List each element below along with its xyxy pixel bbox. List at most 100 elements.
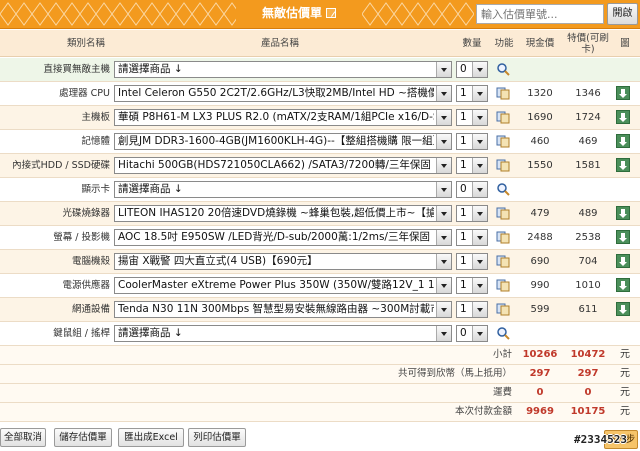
product-select-value: Hitachi 500GB(HDS721050CLA662) /SATA3/72… — [118, 159, 434, 171]
chevron-down-icon[interactable] — [436, 302, 451, 317]
totals-label: 運費 — [492, 387, 512, 398]
quantity-select-value: 0 — [460, 63, 467, 75]
chevron-down-icon[interactable] — [472, 86, 487, 101]
download-icon[interactable] — [616, 302, 630, 316]
quote-number-input[interactable] — [476, 4, 604, 24]
product-select[interactable]: AOC 18.5吋 E950SW /LED背光/D-sub/2000萬:1/2m… — [114, 229, 452, 246]
chevron-down-icon[interactable] — [472, 302, 487, 317]
quantity-select[interactable]: 1 — [456, 133, 488, 150]
quantity-select[interactable]: 1 — [456, 85, 488, 102]
card-price: 704 — [578, 256, 598, 267]
chevron-down-icon[interactable] — [436, 182, 451, 197]
download-icon[interactable] — [616, 278, 630, 292]
product-select[interactable]: 請選擇商品 ↓ — [114, 61, 452, 78]
product-select[interactable]: 請選擇商品 ↓ — [114, 181, 452, 198]
compare-icon[interactable] — [496, 302, 510, 316]
quantity-select[interactable]: 0 — [456, 325, 488, 342]
quantity-select[interactable]: 1 — [456, 109, 488, 126]
print-quote-button[interactable]: 列印估價單 — [188, 428, 246, 447]
compare-icon[interactable] — [496, 134, 510, 148]
save-quote-button[interactable]: 儲存估價單 — [54, 428, 112, 447]
clear-all-button[interactable]: 全部取消 — [0, 428, 46, 447]
open-button[interactable]: 開啟 — [607, 3, 638, 25]
product-select-value: 華碩 P8H61-M LX3 PLUS R2.0 (mATX/2支RAM/1組P… — [118, 111, 434, 123]
compare-icon[interactable] — [496, 206, 510, 220]
chevron-down-icon[interactable] — [436, 230, 451, 245]
chevron-down-icon[interactable] — [472, 62, 487, 77]
category-label: 內接式HDD / SSD硬碟 — [12, 160, 110, 171]
search-icon[interactable] — [496, 182, 510, 196]
chevron-down-icon[interactable] — [472, 182, 487, 197]
cash-price: 1320 — [527, 88, 553, 99]
chevron-down-icon[interactable] — [472, 278, 487, 293]
compare-icon[interactable] — [496, 86, 510, 100]
compare-icon[interactable] — [496, 158, 510, 172]
quantity-select[interactable]: 1 — [456, 157, 488, 174]
totals-card: 10472 — [570, 349, 606, 360]
quantity-select[interactable]: 1 — [456, 301, 488, 318]
product-select[interactable]: 揚宙 X戰警 四大直立式(4 USB)【690元】 — [114, 253, 452, 270]
totals-row: 運費 0 0 元 — [0, 384, 640, 403]
chevron-down-icon[interactable] — [436, 110, 451, 125]
product-select-value: AOC 18.5吋 E950SW /LED背光/D-sub/2000萬:1/2m… — [118, 231, 434, 243]
chevron-down-icon[interactable] — [436, 206, 451, 221]
download-icon[interactable] — [616, 206, 630, 220]
export-excel-button[interactable]: 匯出成Excel — [118, 428, 184, 447]
quantity-select-value: 1 — [460, 303, 467, 315]
chevron-down-icon[interactable] — [436, 326, 451, 341]
quantity-select[interactable]: 1 — [456, 229, 488, 246]
quantity-select[interactable]: 1 — [456, 277, 488, 294]
chevron-down-icon[interactable] — [472, 134, 487, 149]
download-icon[interactable] — [616, 158, 630, 172]
search-icon[interactable] — [496, 326, 510, 340]
chevron-down-icon[interactable] — [472, 206, 487, 221]
quantity-select[interactable]: 1 — [456, 253, 488, 270]
product-select[interactable]: 請選擇商品 ↓ — [114, 325, 452, 342]
compare-icon[interactable] — [496, 110, 510, 124]
chevron-down-icon[interactable] — [436, 254, 451, 269]
col-image: 圖 — [620, 38, 630, 49]
chevron-down-icon[interactable] — [472, 230, 487, 245]
product-select-value: CoolerMaster eXtreme Power Plus 350W (35… — [118, 279, 434, 291]
chevron-down-icon[interactable] — [472, 158, 487, 173]
download-icon[interactable] — [616, 110, 630, 124]
quantity-select[interactable]: 0 — [456, 61, 488, 78]
product-select[interactable]: Tenda N30 11N 300Mbps 智慧型易安裝無線路由器 ~300M討… — [114, 301, 452, 318]
col-function: 功能 — [494, 38, 514, 49]
edit-icon[interactable] — [326, 8, 336, 18]
download-icon[interactable] — [616, 230, 630, 244]
totals-row: 小計 10266 10472 元 — [0, 346, 640, 365]
product-select[interactable]: Hitachi 500GB(HDS721050CLA662) /SATA3/72… — [114, 157, 452, 174]
chevron-down-icon[interactable] — [436, 86, 451, 101]
table-row: 記憶體 創見JM DDR3-1600-4GB(JM1600KLH-4G)--【整組… — [0, 130, 640, 154]
totals-cash: 9969 — [526, 406, 554, 417]
chevron-down-icon[interactable] — [436, 62, 451, 77]
chevron-down-icon[interactable] — [436, 134, 451, 149]
product-select[interactable]: CoolerMaster eXtreme Power Plus 350W (35… — [114, 277, 452, 294]
currency-unit: 元 — [620, 387, 630, 398]
chevron-down-icon[interactable] — [436, 158, 451, 173]
compare-icon[interactable] — [496, 278, 510, 292]
chevron-down-icon[interactable] — [472, 110, 487, 125]
chevron-down-icon[interactable] — [436, 278, 451, 293]
product-select[interactable]: 創見JM DDR3-1600-4GB(JM1600KLH-4G)--【整組搭機購… — [114, 133, 452, 150]
cash-price: 479 — [530, 208, 550, 219]
product-select[interactable]: LITEON IHAS120 20倍速DVD燒錄機 ~蜂巢包裝,超低價上市~【搶 — [114, 205, 452, 222]
table-row: 內接式HDD / SSD硬碟 Hitachi 500GB(HDS721050CLA… — [0, 154, 640, 178]
compare-icon[interactable] — [496, 230, 510, 244]
quantity-select-value: 1 — [460, 87, 467, 99]
quantity-select[interactable]: 1 — [456, 205, 488, 222]
download-icon[interactable] — [616, 86, 630, 100]
product-select[interactable]: 華碩 P8H61-M LX3 PLUS R2.0 (mATX/2支RAM/1組P… — [114, 109, 452, 126]
search-icon[interactable] — [496, 62, 510, 76]
chevron-down-icon[interactable] — [472, 326, 487, 341]
cash-price — [520, 322, 560, 345]
download-icon[interactable] — [616, 134, 630, 148]
product-select[interactable]: Intel Celeron G550 2C2T/2.6GHz/L3快取2MB/I… — [114, 85, 452, 102]
totals-card: 10175 — [570, 406, 606, 417]
compare-icon[interactable] — [496, 254, 510, 268]
download-icon[interactable] — [616, 254, 630, 268]
header-pattern-right — [362, 0, 474, 29]
quantity-select[interactable]: 0 — [456, 181, 488, 198]
chevron-down-icon[interactable] — [472, 254, 487, 269]
